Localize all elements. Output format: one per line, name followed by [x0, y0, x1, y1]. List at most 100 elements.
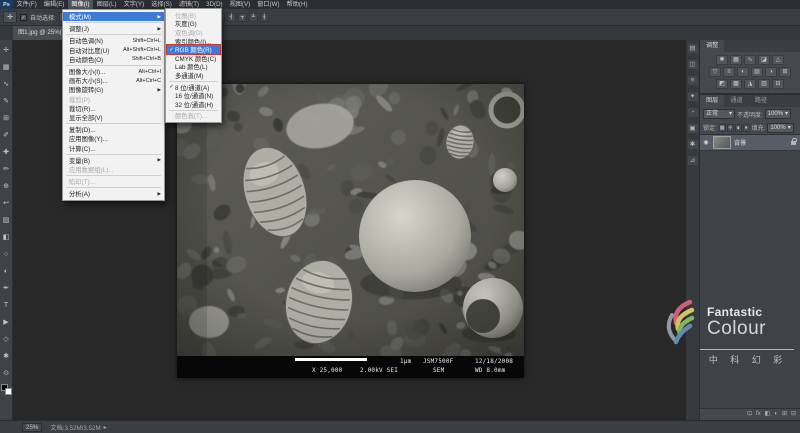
levels-icon[interactable]: ▦: [730, 55, 742, 65]
panel-swatches-icon[interactable]: ◔: [688, 108, 698, 117]
channel-mixer-icon[interactable]: ◑: [765, 67, 777, 77]
crop-tool-icon[interactable]: ⊞: [0, 110, 13, 127]
image-menu-item[interactable]: 自动颜色(O)Shift+Ctrl+B: [63, 55, 164, 64]
marquee-tool-icon[interactable]: ▦: [0, 59, 13, 76]
adjustment-layer-icon[interactable]: ◐: [774, 409, 778, 420]
new-group-icon[interactable]: ⊞: [782, 409, 787, 420]
mode-submenu-item[interactable]: 16 位/通道(N): [166, 91, 221, 100]
lasso-tool-icon[interactable]: ∿: [0, 76, 13, 93]
menubar-item-11[interactable]: 帮助(H): [283, 0, 311, 9]
image-menu-item[interactable]: 应用图像(Y)...: [63, 134, 164, 143]
align-icon-9[interactable]: ┫: [227, 13, 236, 22]
visibility-eye-icon[interactable]: ◉: [702, 139, 710, 146]
eyedropper-tool-icon[interactable]: ✐: [0, 127, 13, 144]
tab-通道[interactable]: 通道: [724, 95, 748, 107]
mode-submenu-item[interactable]: ✓8 位/通道(A): [166, 83, 221, 92]
posterize-icon[interactable]: ▩: [730, 79, 742, 89]
tab-adjustments[interactable]: 调整: [700, 40, 724, 52]
selective-color-icon[interactable]: ⊟: [772, 79, 784, 89]
gradient-tool-icon[interactable]: ◧: [0, 229, 13, 246]
exposure-icon[interactable]: ◪: [758, 55, 770, 65]
auto-select-checkbox[interactable]: ✓: [20, 14, 27, 21]
mode-submenu-item[interactable]: CMYK 颜色(C): [166, 54, 221, 63]
panel-navigator-icon[interactable]: ◫: [688, 60, 698, 69]
eraser-tool-icon[interactable]: ▨: [0, 212, 13, 229]
mode-submenu-item[interactable]: 索引颜色(I)...: [166, 37, 221, 46]
image-menu-item[interactable]: 调整(J)▶: [63, 24, 164, 33]
mode-submenu-item[interactable]: 位图(B): [166, 11, 221, 20]
tab-路径[interactable]: 路径: [749, 95, 773, 107]
blend-mode-dropdown[interactable]: 正常 ▾: [703, 109, 735, 119]
mode-submenu-item[interactable]: Lab 颜色(L): [166, 63, 221, 72]
invert-icon[interactable]: ◩: [716, 79, 728, 89]
mode-submenu-item[interactable]: ✓RGB 颜色(R): [166, 45, 221, 54]
mode-submenu-item[interactable]: 灰度(G): [166, 20, 221, 29]
image-menu-item[interactable]: 裁切(R)...: [63, 104, 164, 113]
curves-icon[interactable]: ∿: [744, 55, 756, 65]
mode-submenu-item[interactable]: 多通道(M): [166, 71, 221, 80]
menubar-item-10[interactable]: 窗口(W): [254, 0, 283, 9]
lock-position-icon[interactable]: ✛: [727, 124, 734, 132]
blur-tool-icon[interactable]: ○: [0, 246, 13, 263]
threshold-icon[interactable]: ◮: [744, 79, 756, 89]
image-menu-item[interactable]: 裁剪(P): [63, 95, 164, 104]
path-selection-tool-icon[interactable]: ▶: [0, 314, 13, 331]
image-menu-item[interactable]: 模式(M)▶: [63, 12, 164, 21]
sem-document[interactable]: 1μm JSM7500F 12/18/2008 X 25,000 2.00kV …: [177, 84, 524, 378]
brush-tool-icon[interactable]: ✏: [0, 161, 13, 178]
layer-row-background[interactable]: ◉ 背景: [700, 135, 800, 151]
panel-color-icon[interactable]: ✦: [688, 92, 698, 101]
align-icon-10[interactable]: ┳: [238, 13, 247, 22]
image-menu-item[interactable]: 应用数据组(L)...: [63, 165, 164, 174]
mode-submenu-item[interactable]: 颜色表(T)...: [166, 112, 221, 121]
layer-mask-icon[interactable]: ◧: [765, 409, 771, 420]
zoom-level-field[interactable]: 25%: [22, 423, 42, 432]
color-balance-icon[interactable]: ≡: [723, 67, 735, 77]
vibrance-icon[interactable]: △: [772, 55, 784, 65]
panel-character-icon[interactable]: ⊿: [688, 156, 698, 165]
image-menu-item[interactable]: 显示全部(V): [63, 113, 164, 122]
history-brush-tool-icon[interactable]: ↩: [0, 195, 13, 212]
gradient-map-icon[interactable]: ▥: [758, 79, 770, 89]
image-menu-item[interactable]: 计算(C)...: [63, 143, 164, 152]
shape-tool-icon[interactable]: ◇: [0, 331, 13, 348]
image-menu-item[interactable]: 图像旋转(G)▶: [63, 85, 164, 94]
mode-submenu-item[interactable]: 32 位/通道(H): [166, 100, 221, 109]
quick-selection-tool-icon[interactable]: ✎: [0, 93, 13, 110]
image-menu-item[interactable]: 复制(D)...: [63, 125, 164, 134]
black-white-icon[interactable]: ◐: [737, 67, 749, 77]
zoom-tool-icon[interactable]: ⊙: [0, 365, 13, 382]
color-lookup-icon[interactable]: ⊞: [779, 67, 791, 77]
panel-brush-icon[interactable]: ✱: [688, 140, 698, 149]
image-menu-item[interactable]: 自动色调(N)Shift+Ctrl+L: [63, 36, 164, 45]
layer-effects-icon[interactable]: fx: [756, 409, 761, 420]
hue-saturation-icon[interactable]: ▽: [709, 67, 721, 77]
type-tool-icon[interactable]: T: [0, 297, 13, 314]
hand-tool-icon[interactable]: ✱: [0, 348, 13, 365]
align-icon-11[interactable]: ┻: [249, 13, 258, 22]
panel-info-icon[interactable]: ≡: [688, 76, 698, 85]
panel-history-icon[interactable]: ▤: [688, 44, 698, 53]
photo-filter-icon[interactable]: ▤: [751, 67, 763, 77]
image-menu-item[interactable]: 自动对比度(U)Alt+Shift+Ctrl+L: [63, 46, 164, 55]
image-menu-item[interactable]: 分析(A)▶: [63, 189, 164, 198]
image-menu-item[interactable]: 图像大小(I)...Alt+Ctrl+I: [63, 67, 164, 76]
menubar-item-1[interactable]: 文件(F): [13, 0, 40, 9]
dodge-tool-icon[interactable]: ◐: [0, 263, 13, 280]
image-menu-item[interactable]: 画布大小(S)...Alt+Ctrl+C: [63, 76, 164, 85]
image-menu-item[interactable]: 变量(B)▶: [63, 156, 164, 165]
move-tool-icon[interactable]: ✛: [0, 42, 13, 59]
brightness-contrast-icon[interactable]: ✺: [716, 55, 728, 65]
status-arrow-icon[interactable]: ▸: [104, 424, 107, 431]
menubar-item-4[interactable]: 图层(L): [93, 0, 120, 9]
fill-value[interactable]: 100% ▾: [767, 123, 793, 133]
menubar-item-9[interactable]: 视图(V): [226, 0, 254, 9]
current-tool-icon[interactable]: ✛: [3, 11, 17, 23]
opacity-value[interactable]: 100% ▾: [765, 109, 791, 119]
lock-transparency-icon[interactable]: ▦: [719, 124, 726, 132]
lock-all-icon[interactable]: ●: [743, 124, 750, 132]
image-menu-item[interactable]: 陷印(T)...: [63, 177, 164, 186]
link-layers-icon[interactable]: ⊡: [747, 409, 752, 420]
layer-thumbnail[interactable]: [713, 136, 731, 149]
mode-submenu-item[interactable]: 双色调(D): [166, 28, 221, 37]
